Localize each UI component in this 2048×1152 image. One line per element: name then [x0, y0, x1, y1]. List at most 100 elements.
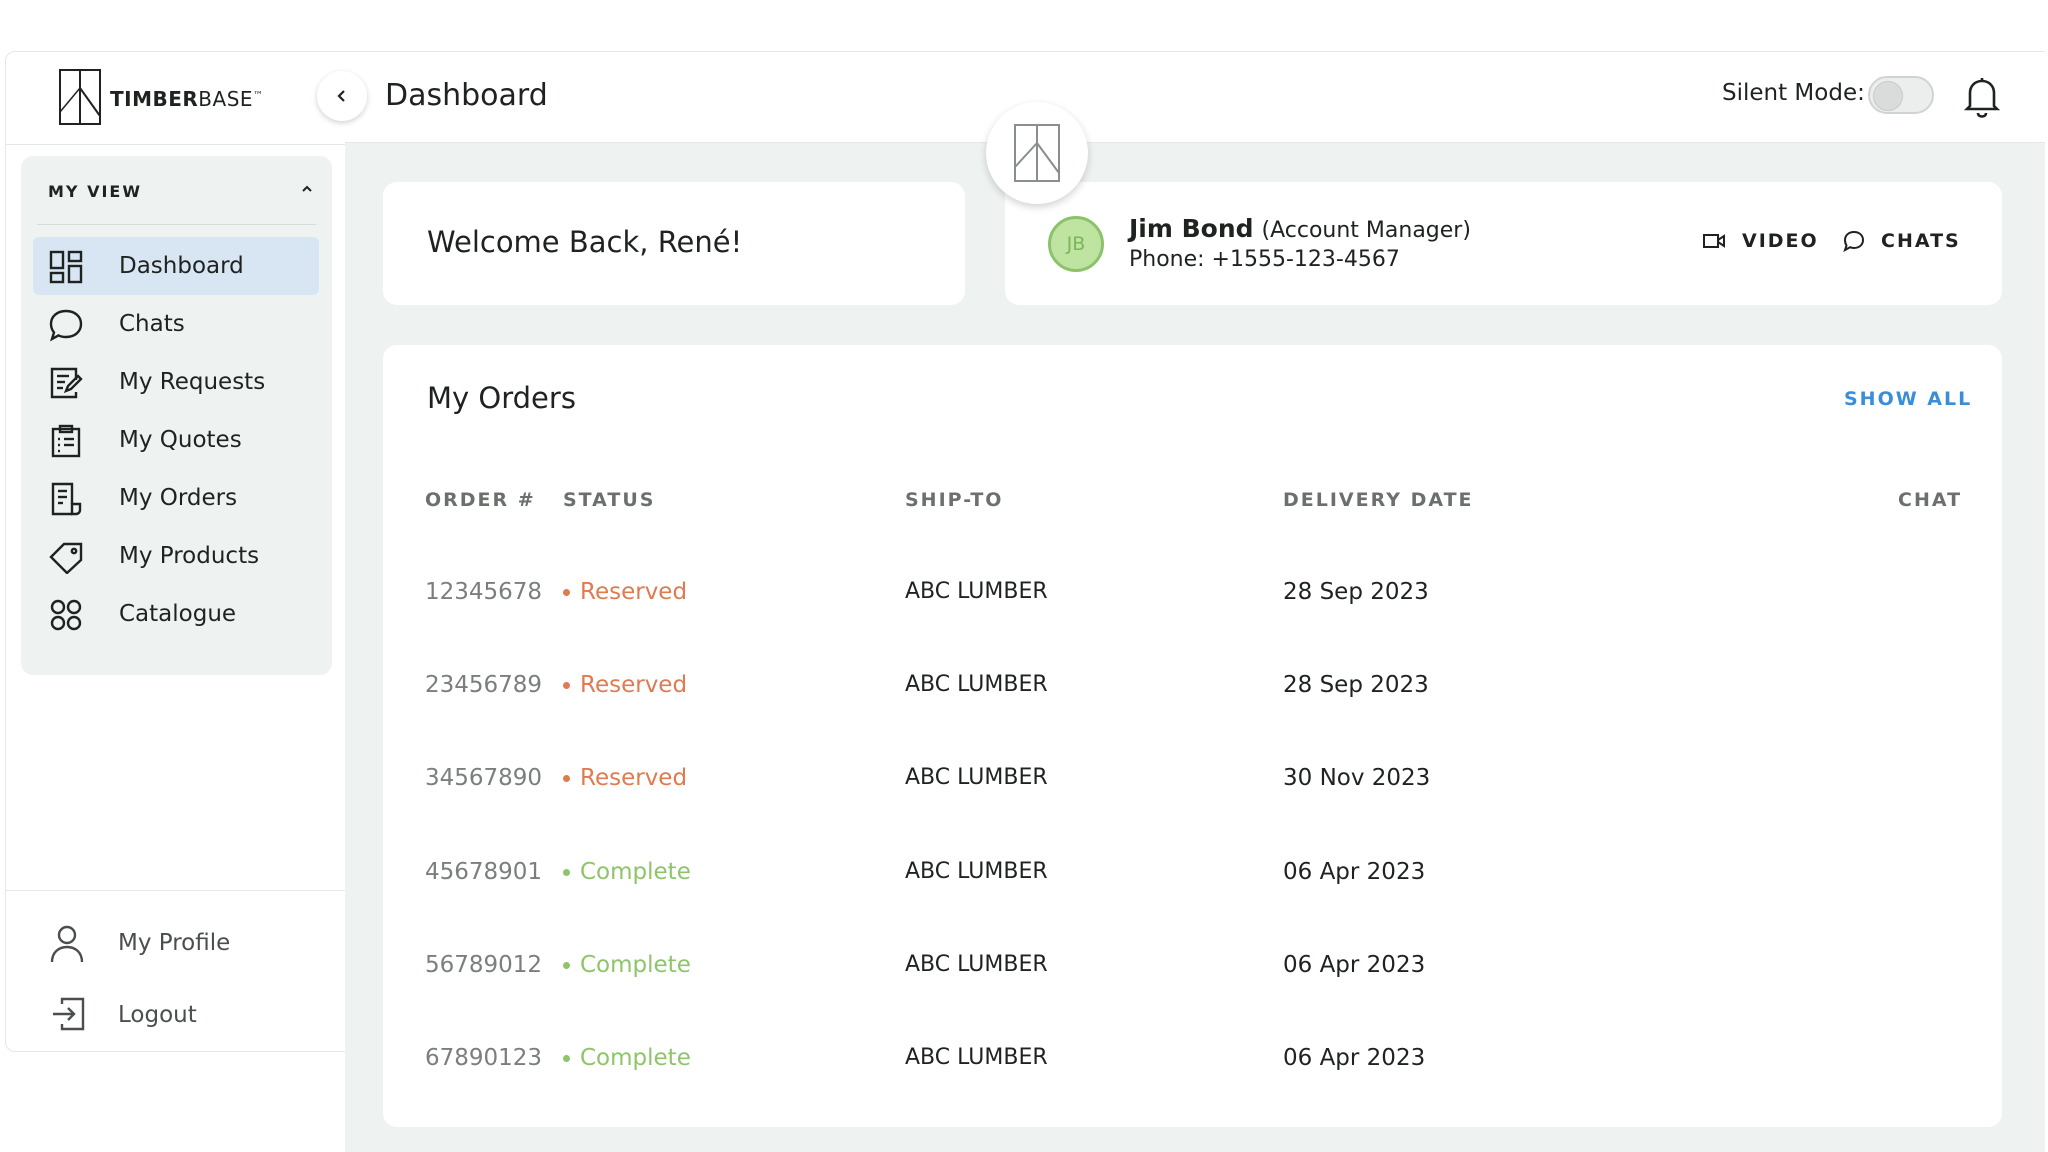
- orders-title: My Orders: [427, 381, 576, 415]
- ship-to: ABC LUMBER: [905, 952, 1048, 977]
- status-dot: [563, 1054, 570, 1062]
- dashboard-icon: [49, 250, 83, 284]
- sidebar-item-catalogue[interactable]: Catalogue: [33, 585, 319, 643]
- show-all-link[interactable]: SHOW ALL: [1844, 388, 1972, 410]
- logout-label: Logout: [118, 1002, 197, 1028]
- avatar: JB: [1048, 216, 1104, 272]
- column-header-chat[interactable]: CHAT: [1898, 489, 1962, 511]
- sidebar-item-label: My Quotes: [119, 427, 242, 453]
- collapse-sidebar-button[interactable]: [317, 71, 367, 121]
- order-number: 45678901: [425, 859, 543, 885]
- chevron-left-icon: [337, 90, 345, 102]
- timberbase-badge-icon: [986, 102, 1088, 204]
- table-row[interactable]: 45678901 Complete ABC LUMBER 06 Apr 2023: [383, 845, 2002, 905]
- ship-to: ABC LUMBER: [905, 765, 1048, 790]
- status-dot: [563, 774, 570, 782]
- column-header-order[interactable]: ORDER #: [425, 489, 536, 511]
- request-edit-icon: [49, 366, 83, 400]
- ship-to: ABC LUMBER: [905, 859, 1048, 884]
- my-view-title: MY VIEW: [48, 182, 142, 201]
- status-dot: [563, 961, 570, 969]
- user-icon: [50, 924, 84, 964]
- chat-bubble-icon: [49, 308, 83, 342]
- order-number: 56789012: [425, 952, 543, 978]
- grid-circles-icon: [49, 598, 83, 632]
- order-status: Complete: [563, 952, 691, 978]
- contact-phone: Phone: +1555-123-4567: [1129, 247, 1400, 272]
- table-row[interactable]: 12345678 Reserved ABC LUMBER 28 Sep 2023: [383, 565, 2002, 625]
- chat-bubble-icon: [1843, 230, 1865, 252]
- sidebar-item-my-quotes[interactable]: My Quotes: [33, 411, 319, 469]
- contact-name: Jim Bond: [1129, 214, 1254, 243]
- silent-mode-toggle[interactable]: [1868, 76, 1934, 114]
- order-number: 34567890: [425, 765, 543, 791]
- column-header-delivery-date[interactable]: DELIVERY DATE: [1283, 489, 1474, 511]
- sidebar-item-label: Catalogue: [119, 601, 237, 627]
- ship-to: ABC LUMBER: [905, 1045, 1048, 1070]
- sidebar-item-label: Chats: [119, 311, 185, 337]
- sidebar-item-label: Dashboard: [119, 253, 244, 279]
- account-manager-card: JB Jim Bond (Account Manager) Phone: +15…: [1005, 182, 2002, 305]
- bell-icon[interactable]: [1963, 76, 2001, 118]
- my-view-panel: MY VIEW Dashboard Chats My Requests My Q…: [21, 156, 332, 675]
- sidebar-item-chats[interactable]: Chats: [33, 295, 319, 353]
- page-title: Dashboard: [385, 78, 548, 113]
- video-button[interactable]: VIDEO: [1702, 230, 1819, 252]
- divider: [37, 224, 316, 225]
- my-view-header[interactable]: MY VIEW: [21, 156, 332, 224]
- column-header-ship-to[interactable]: SHIP-TO: [905, 489, 1003, 511]
- column-header-status[interactable]: STATUS: [563, 489, 655, 511]
- delivery-date: 28 Sep 2023: [1283, 672, 1429, 698]
- table-row[interactable]: 56789012 Complete ABC LUMBER 06 Apr 2023: [383, 938, 2002, 998]
- order-number: 23456789: [425, 672, 543, 698]
- tag-icon: [49, 540, 83, 574]
- my-orders-card: My Orders SHOW ALL ORDER # STATUS SHIP-T…: [383, 345, 2002, 1127]
- contact-role: (Account Manager): [1261, 218, 1471, 243]
- welcome-card: Welcome Back, René!: [383, 182, 965, 305]
- chats-button[interactable]: CHATS: [1843, 230, 1961, 252]
- clipboard-icon: [49, 424, 83, 458]
- order-status: Reserved: [563, 765, 687, 791]
- ship-to: ABC LUMBER: [905, 672, 1048, 697]
- order-status: Complete: [563, 1045, 691, 1071]
- table-row[interactable]: 67890123 Complete ABC LUMBER 06 Apr 2023: [383, 1031, 2002, 1091]
- delivery-date: 28 Sep 2023: [1283, 579, 1429, 605]
- table-row[interactable]: 34567890 Reserved ABC LUMBER 30 Nov 2023: [383, 751, 2002, 811]
- logo-area: TIMBERBASE™: [6, 52, 346, 145]
- video-camera-icon: [1702, 232, 1726, 250]
- status-dot: [563, 588, 570, 596]
- status-dot: [563, 868, 570, 876]
- video-label: VIDEO: [1742, 230, 1819, 252]
- sidebar-item-label: My Requests: [119, 369, 266, 395]
- order-number: 67890123: [425, 1045, 543, 1071]
- main-content: Welcome Back, René! JB Jim Bond (Account…: [345, 143, 2045, 1152]
- divider: [6, 890, 346, 891]
- logo-wordmark: TIMBERBASE™: [110, 87, 264, 111]
- silent-mode-label: Silent Mode:: [1722, 80, 1865, 106]
- delivery-date: 06 Apr 2023: [1283, 952, 1426, 978]
- welcome-message: Welcome Back, René!: [427, 225, 743, 259]
- ship-to: ABC LUMBER: [905, 579, 1048, 604]
- delivery-date: 06 Apr 2023: [1283, 1045, 1426, 1071]
- sidebar-item-my-requests[interactable]: My Requests: [33, 353, 319, 411]
- order-status: Reserved: [563, 579, 687, 605]
- toggle-knob: [1873, 81, 1903, 111]
- order-status: Reserved: [563, 672, 687, 698]
- sidebar-item-my-products[interactable]: My Products: [33, 527, 319, 585]
- contact-name-line: Jim Bond (Account Manager): [1129, 214, 1471, 243]
- delivery-date: 06 Apr 2023: [1283, 859, 1426, 885]
- sidebar-item-label: My Products: [119, 543, 260, 569]
- receipt-icon: [49, 482, 83, 516]
- my-profile-label: My Profile: [118, 930, 231, 956]
- logout-icon: [50, 996, 86, 1032]
- chevron-up-icon[interactable]: [301, 184, 313, 194]
- sidebar-item-my-orders[interactable]: My Orders: [33, 469, 319, 527]
- table-row[interactable]: 23456789 Reserved ABC LUMBER 28 Sep 2023: [383, 658, 2002, 718]
- timberbase-logo-icon: [58, 68, 102, 126]
- sidebar-item-label: My Orders: [119, 485, 238, 511]
- sidebar-item-dashboard[interactable]: Dashboard: [33, 237, 319, 295]
- order-number: 12345678: [425, 579, 543, 605]
- top-bar: Dashboard Silent Mode:: [345, 51, 2045, 143]
- order-status: Complete: [563, 859, 691, 885]
- sidebar: TIMBERBASE™ MY VIEW Dashboard Chats My R…: [5, 51, 346, 1052]
